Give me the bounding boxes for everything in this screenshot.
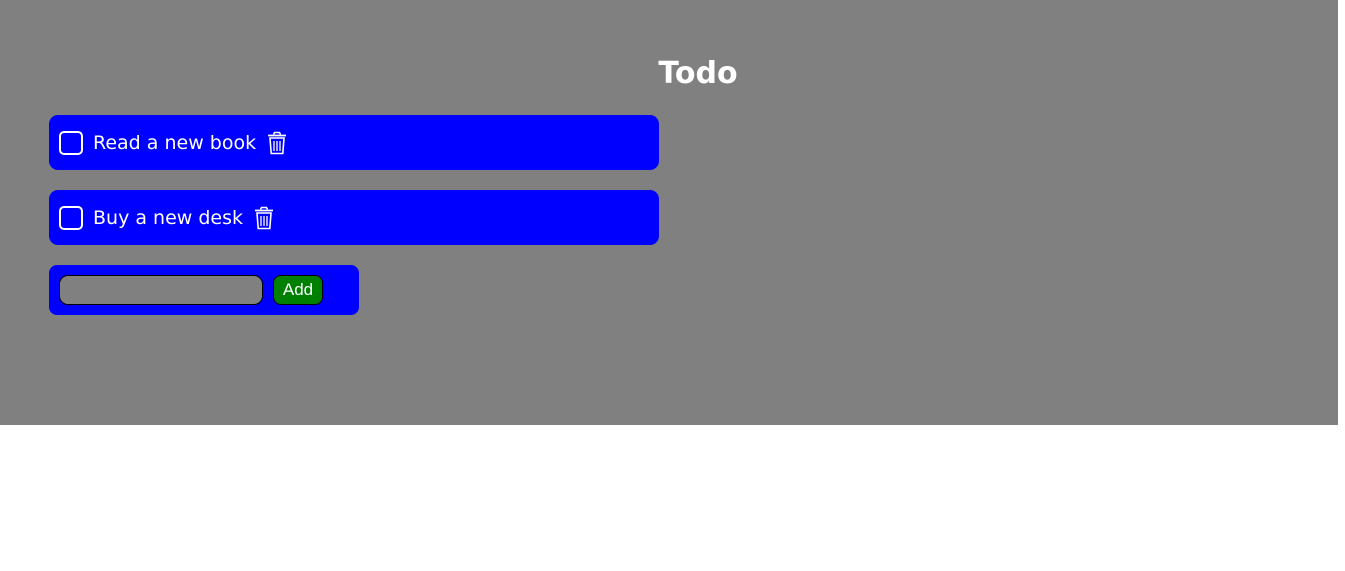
todo-item: Read a new book: [49, 115, 659, 170]
trash-icon[interactable]: [254, 206, 274, 230]
page-title: Todo: [658, 56, 738, 91]
todo-text: Buy a new desk: [93, 206, 244, 229]
todo-app: Todo Read a new book Buy a new desk Add: [0, 0, 1338, 425]
todo-item: Buy a new desk: [49, 190, 659, 245]
todo-checkbox[interactable]: [59, 130, 83, 155]
todo-text: Read a new book: [93, 131, 257, 154]
add-button[interactable]: Add: [273, 275, 323, 305]
new-todo-input[interactable]: [59, 275, 263, 305]
trash-icon[interactable]: [267, 131, 287, 155]
todo-checkbox[interactable]: [59, 205, 83, 230]
add-todo-form: Add: [49, 265, 359, 315]
